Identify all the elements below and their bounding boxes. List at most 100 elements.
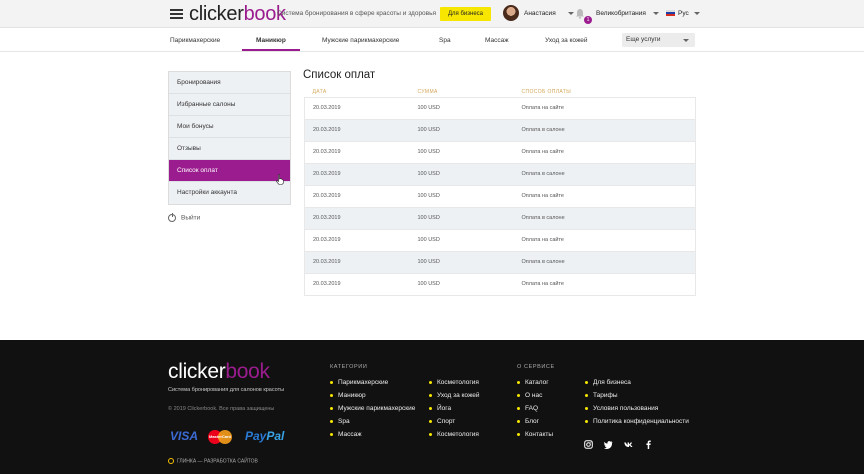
cell-method: Оплата в салоне [521,215,565,221]
top-header: clickerbook Система бронирования в сфере… [0,0,864,28]
chevron-down-icon[interactable] [653,12,659,15]
payments-table: Дата Сумма Способ оплаты 20.03.2019 100 U… [304,88,696,296]
column-header-date: Дата [312,89,327,96]
menu-icon[interactable] [170,9,183,19]
table-row: 20.03.2019 100 USD Оплата в салоне [304,251,696,273]
category-manicure[interactable]: Маникюр [256,37,286,44]
cell-amount: 100 USD [417,127,440,133]
cell-date: 20.03.2019 [313,281,341,287]
footer-link[interactable]: Мужские парикмахерские [330,405,415,412]
language-selector[interactable]: Рус [678,10,689,17]
footer-link[interactable]: FAQ [517,405,538,412]
avatar[interactable] [503,5,519,21]
developer-credit[interactable]: ГЛИНКА — РАЗРАБОТКА САЙТОВ [168,458,258,464]
sidebar-item-bonuses[interactable]: Мои бонусы [169,116,290,138]
tagline: Система бронирования в сфере красоты и з… [277,10,437,17]
cell-amount: 100 USD [417,281,440,287]
column-header-method: Способ оплаты [521,89,572,96]
table-row: 20.03.2019 100 USD Оплата в салоне [304,207,696,229]
column-header-amount: Сумма [417,89,438,96]
account-sidebar: Бронирования Избранные салоны Мои бонусы… [168,71,291,205]
hand-cursor-icon [276,174,284,185]
flag-icon [666,10,675,16]
footer-link[interactable]: Каталог [517,379,549,386]
chevron-down-icon[interactable] [568,12,574,15]
sidebar-item-settings[interactable]: Настройки аккаунта [169,182,290,204]
footer-link[interactable]: Блог [517,418,539,425]
footer-link[interactable]: Маникюр [330,392,366,399]
cell-method: Оплата в салоне [521,127,565,133]
cell-amount: 100 USD [417,105,440,111]
paypal-logo: PayPal [245,429,285,443]
cell-amount: 100 USD [417,237,440,243]
developer-logo-icon [168,458,174,464]
cell-date: 20.03.2019 [313,193,341,199]
footer-categories-heading: КАТЕГОРИИ [330,364,368,370]
cell-method: Оплата на сайте [521,237,564,243]
cell-date: 20.03.2019 [313,171,341,177]
sidebar-item-favorites[interactable]: Избранные салоны [169,94,290,116]
footer-link[interactable]: Косметология [429,379,479,386]
sidebar-item-payments[interactable]: Список оплат [169,160,290,182]
table-row: 20.03.2019 100 USD Оплата на сайте [304,185,696,207]
copyright: © 2019 Clickerbook. Все права защищены [168,406,275,412]
category-massage[interactable]: Массаж [485,37,509,44]
footer-link[interactable]: Spa [330,418,350,425]
footer-link[interactable]: Парикмахерские [330,379,388,386]
category-skincare[interactable]: Уход за кожей [545,37,588,44]
cell-date: 20.03.2019 [313,105,341,111]
table-row: 20.03.2019 100 USD Оплата в салоне [304,163,696,185]
footer-link[interactable]: Условия пользования [585,405,658,412]
chevron-down-icon [683,39,689,42]
sidebar-item-reviews[interactable]: Отзывы [169,138,290,160]
category-nav: Парикмахерские Маникюр Мужские парикмахе… [0,28,864,52]
active-tab-indicator [242,49,300,51]
cell-amount: 100 USD [417,149,440,155]
notification-badge: 1 [584,16,592,24]
business-button[interactable]: Для бизнеса [440,7,491,21]
logout-button[interactable]: Выйти [168,213,200,222]
chevron-down-icon[interactable] [694,12,700,15]
user-name[interactable]: Анастасия [524,10,556,17]
instagram-icon[interactable] [584,440,593,449]
table-row: 20.03.2019 100 USD Оплата в салоне [304,119,696,141]
sidebar-item-bookings[interactable]: Бронирования [169,72,290,94]
cell-method: Оплата в салоне [521,259,565,265]
power-icon [168,213,176,222]
cell-date: 20.03.2019 [313,237,341,243]
footer-link[interactable]: Для бизнеса [585,379,631,386]
more-services-select[interactable]: Еще услуги [622,33,695,47]
footer-link[interactable]: О нас [517,392,542,399]
country-selector[interactable]: Великобритания [596,10,646,17]
footer-about-heading: О СЕРВИСЕ [517,364,555,370]
facebook-icon[interactable] [644,440,653,449]
category-hairdressers[interactable]: Парикмахерские [170,37,220,44]
footer-subtitle: Система бронирования для салонов красоты [168,387,285,393]
category-mens-hairdressers[interactable]: Мужские парикмахерские [322,37,399,44]
visa-logo: VISA [170,429,199,443]
cell-date: 20.03.2019 [313,259,341,265]
cell-method: Оплата на сайте [521,193,564,199]
logo[interactable]: clickerbook [189,3,286,25]
category-spa[interactable]: Spa [439,37,451,44]
cell-method: Оплата в салоне [521,171,565,177]
footer: clickerbook Система бронирования для сал… [0,340,864,474]
footer-link[interactable]: Массаж [330,431,362,438]
footer-link[interactable]: Контакты [517,431,553,438]
cell-date: 20.03.2019 [313,149,341,155]
vk-icon[interactable] [624,440,633,449]
twitter-icon[interactable] [604,440,613,449]
footer-link[interactable]: Политика конфиденциальности [585,418,689,425]
cell-method: Оплата на сайте [521,149,564,155]
footer-link[interactable]: Уход за кожей [429,392,480,399]
page-title: Список оплат [303,69,376,81]
footer-link[interactable]: Косметология [429,431,479,438]
mastercard-logo: MasterCard [208,430,236,444]
table-row: 20.03.2019 100 USD Оплата на сайте [304,97,696,119]
footer-link[interactable]: Тарифы [585,392,618,399]
footer-link[interactable]: Йога [429,405,451,412]
cell-method: Оплата на сайте [521,281,564,287]
table-row: 20.03.2019 100 USD Оплата на сайте [304,273,696,295]
footer-link[interactable]: Спорт [429,418,455,425]
footer-logo[interactable]: clickerbook [168,360,270,384]
